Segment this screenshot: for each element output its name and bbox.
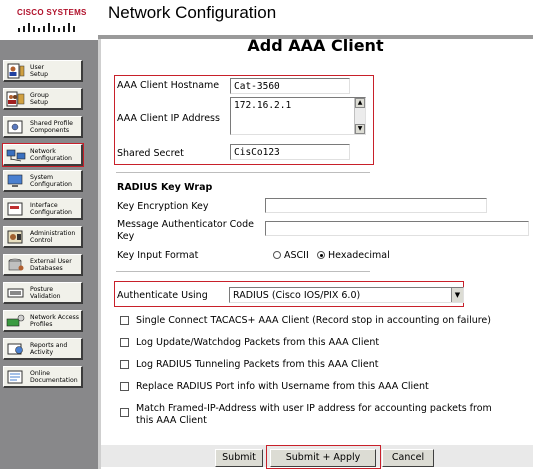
sidebar-item-label: Configuration xyxy=(30,154,72,162)
admin-control-icon xyxy=(7,230,23,243)
submit-button[interactable]: Submit xyxy=(215,449,263,467)
network-config-icon xyxy=(6,149,26,161)
log-update-checkbox[interactable] xyxy=(120,338,129,347)
nap-icon xyxy=(6,314,25,326)
main-content: Add AAA Client AAA Client Hostname Cat-3… xyxy=(98,36,533,469)
sidebar-item-posture-validation[interactable]: Posture Validation xyxy=(3,282,83,304)
authenticate-using-select[interactable]: RADIUS (Cisco IOS/PIX 6.0) xyxy=(229,287,464,303)
user-setup-icon xyxy=(7,63,25,78)
sidebar-item-network-access-profiles[interactable]: Network Access Profiles xyxy=(3,310,83,332)
chevron-down-icon[interactable]: ▼ xyxy=(451,288,463,302)
sidebar-item-external-user-databases[interactable]: External User Databases xyxy=(3,254,83,276)
posture-icon xyxy=(7,288,24,297)
key-encryption-key-label: Key Encryption Key xyxy=(117,201,209,212)
group-setup-icon xyxy=(6,91,25,106)
sidebar-item-label: Components xyxy=(30,126,70,134)
sidebar-item-system-configuration[interactable]: System Configuration xyxy=(3,170,83,192)
single-connect-checkbox[interactable] xyxy=(120,316,129,325)
external-db-icon xyxy=(8,258,24,270)
key-encryption-key-input[interactable] xyxy=(265,198,487,213)
page-title: Network Configuration xyxy=(108,3,277,22)
shared-secret-label: Shared Secret xyxy=(117,148,184,159)
sidebar-item-label: Validation xyxy=(30,292,61,300)
sidebar-item-label: Setup xyxy=(30,98,49,106)
ip-address-label: AAA Client IP Address xyxy=(117,113,220,124)
hexadecimal-label: Hexadecimal xyxy=(328,250,390,261)
shared-secret-input[interactable]: CisCo123 xyxy=(230,144,350,160)
system-config-icon xyxy=(7,174,23,187)
sidebar-item-label: Reports and xyxy=(30,341,68,349)
sidebar-item-label: Control xyxy=(30,236,53,244)
sidebar-item-label: Network xyxy=(30,147,56,155)
reports-icon xyxy=(7,343,23,354)
sidebar-item-group-setup[interactable]: Group Setup xyxy=(3,88,83,110)
sidebar-item-label: Shared Profile xyxy=(30,119,73,127)
scroll-up-icon[interactable]: ▲ xyxy=(355,98,365,108)
cisco-logo: Cisco Systems xyxy=(0,0,98,40)
ip-textarea-scrollbar[interactable]: ▲ ▼ xyxy=(354,98,365,134)
log-update-label: Log Update/Watchdog Packets from this AA… xyxy=(136,337,380,348)
keywrap-heading: RADIUS Key Wrap xyxy=(117,182,213,193)
match-framed-ip-label: Match Framed-IP-Address with user IP add… xyxy=(136,403,492,426)
replace-port-label: Replace RADIUS Port info with Username f… xyxy=(136,381,429,392)
sidebar-item-label: Network Access xyxy=(30,313,79,321)
sidebar-item-label: Configuration xyxy=(30,180,72,188)
sidebar-item-network-configuration[interactable]: Network Configuration xyxy=(2,143,84,167)
form-title: Add AAA Client xyxy=(247,36,384,55)
sidebar-item-label: Documentation xyxy=(30,376,78,384)
docs-icon xyxy=(7,370,23,383)
submit-apply-button[interactable]: Submit + Apply xyxy=(270,449,376,467)
hostname-label: AAA Client Hostname xyxy=(117,80,220,91)
sidebar-item-label: Administration xyxy=(30,229,76,237)
match-framed-ip-checkbox[interactable] xyxy=(120,408,129,417)
sidebar-item-user-setup[interactable]: User Setup xyxy=(3,60,83,82)
sidebar: User Setup Group Setup Shared Profile Compo… xyxy=(0,40,98,469)
sidebar-item-administration-control[interactable]: Administration Control xyxy=(3,226,83,248)
ascii-label: ASCII xyxy=(284,250,309,261)
mack-label: Message Authenticator Code Key xyxy=(117,219,254,242)
hostname-input[interactable]: Cat-3560 xyxy=(230,78,350,94)
scroll-down-icon[interactable]: ▼ xyxy=(355,124,365,134)
ip-address-textarea[interactable]: 172.16.2.1 xyxy=(230,97,366,135)
log-tunneling-label: Log RADIUS Tunneling Packets from this A… xyxy=(136,359,379,370)
authenticate-using-label: Authenticate Using xyxy=(117,290,208,301)
mack-input[interactable] xyxy=(265,221,529,236)
interface-config-icon xyxy=(7,202,23,215)
sidebar-item-label: Group xyxy=(30,91,49,99)
sidebar-item-label: Setup xyxy=(30,70,49,78)
cancel-button[interactable]: Cancel xyxy=(382,449,434,467)
sidebar-item-label: Databases xyxy=(30,264,63,272)
content-left-border xyxy=(98,39,101,469)
brand-name: Cisco Systems xyxy=(17,8,87,17)
hexadecimal-radio[interactable] xyxy=(317,251,325,259)
replace-port-checkbox[interactable] xyxy=(120,382,129,391)
shared-profile-icon xyxy=(7,120,23,133)
sidebar-item-label: Online xyxy=(30,369,50,377)
sidebar-item-online-documentation[interactable]: Online Documentation xyxy=(3,366,83,388)
sidebar-item-label: Profiles xyxy=(30,320,53,328)
sidebar-item-label: Interface xyxy=(30,201,58,209)
sidebar-item-label: Configuration xyxy=(30,208,72,216)
sidebar-item-label: External User xyxy=(30,257,72,265)
sidebar-item-reports-activity[interactable]: Reports and Activity xyxy=(3,338,83,360)
sidebar-item-shared-profile[interactable]: Shared Profile Components xyxy=(3,116,83,138)
log-tunneling-checkbox[interactable] xyxy=(120,360,129,369)
section-divider xyxy=(116,172,370,173)
section-divider xyxy=(116,271,370,272)
cisco-bridge-logo-icon xyxy=(16,18,78,32)
single-connect-label: Single Connect TACACS+ AAA Client (Recor… xyxy=(136,315,491,326)
sidebar-item-interface-configuration[interactable]: Interface Configuration xyxy=(3,198,83,220)
ascii-radio[interactable] xyxy=(273,251,281,259)
sidebar-item-label: Posture xyxy=(30,285,54,293)
sidebar-item-label: System xyxy=(30,173,54,181)
sidebar-item-label: User xyxy=(30,63,45,71)
sidebar-item-label: Activity xyxy=(30,348,54,356)
key-input-format-label: Key Input Format xyxy=(117,250,199,261)
